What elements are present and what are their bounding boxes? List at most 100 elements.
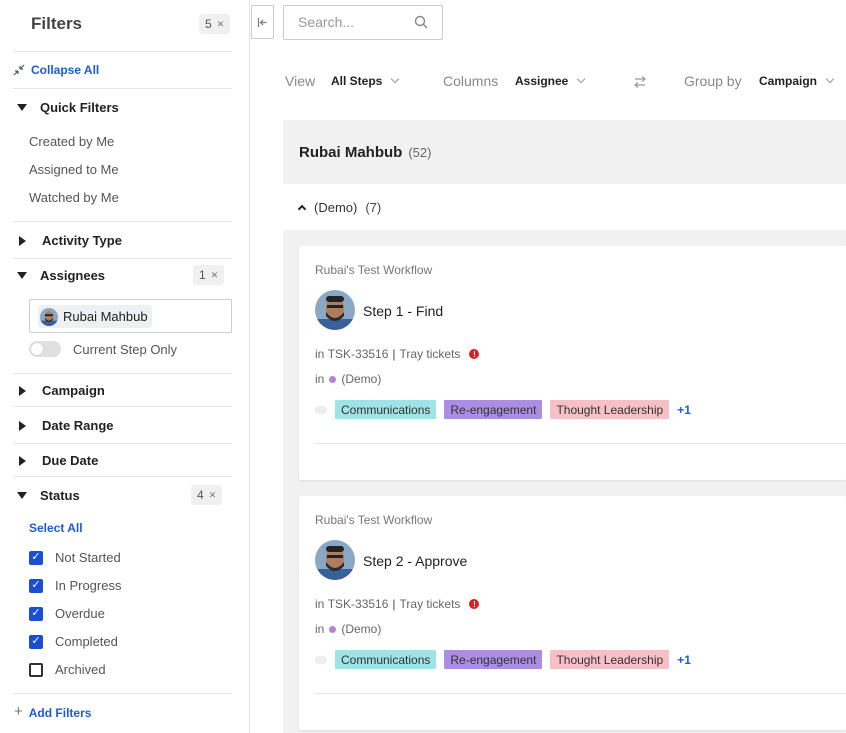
more-tags-button[interactable]: +1: [677, 653, 691, 667]
view-dropdown[interactable]: All Steps: [331, 74, 400, 88]
collapse-all-button[interactable]: Collapse All: [13, 63, 99, 77]
filter-count-badge[interactable]: 5 ✕: [199, 14, 231, 34]
campaign-name[interactable]: (Demo): [341, 622, 381, 636]
assignee-chip[interactable]: Rubai Mahbub: [38, 305, 152, 328]
section-date-range[interactable]: Date Range: [16, 418, 114, 433]
group-count: (52): [408, 145, 432, 160]
in-label: in: [315, 622, 325, 636]
caret-up-icon: [297, 204, 307, 213]
swap-icon[interactable]: [632, 75, 648, 89]
section-campaign[interactable]: Campaign: [16, 383, 105, 398]
task-meta: in TSK-33516 | Tray tickets !: [315, 597, 480, 611]
checkbox-checked-icon[interactable]: ✓: [29, 606, 43, 621]
search-icon[interactable]: [414, 15, 428, 29]
in-label: in: [315, 372, 325, 386]
section-status[interactable]: Status: [16, 488, 80, 503]
divider: [13, 51, 232, 52]
task-card[interactable]: Rubai's Test Workflow Step 2 - Approve i…: [299, 496, 846, 730]
more-tags-button[interactable]: +1: [677, 403, 691, 417]
collapse-all-label: Collapse All: [31, 63, 100, 77]
filters-title: Filters: [31, 14, 83, 33]
chevron-down-icon: [825, 74, 835, 84]
chevron-down-icon: [391, 74, 400, 84]
tags-row: Communications Re-engagement Thought Lea…: [315, 400, 691, 419]
task-card[interactable]: Rubai's Test Workflow Step 1 - Find in T…: [299, 246, 846, 480]
search-input[interactable]: [298, 14, 408, 30]
divider: [315, 693, 846, 694]
workflow-name: Rubai's Test Workflow: [315, 513, 433, 527]
assignees-count: 1: [199, 268, 206, 282]
assignees-count-badge[interactable]: 1 ✕: [193, 265, 225, 285]
add-filters-button[interactable]: + Add Filters: [14, 703, 92, 720]
status-option-in-progress[interactable]: ✓ In Progress: [29, 578, 121, 593]
checkbox-checked-icon[interactable]: ✓: [29, 550, 43, 565]
section-assignees[interactable]: Assignees: [16, 268, 105, 283]
quick-filter-assigned-to-me[interactable]: Assigned to Me: [29, 162, 119, 177]
subgroup-header[interactable]: (Demo) (7): [283, 184, 846, 230]
alert-icon: !: [469, 599, 480, 609]
tag-thought-leadership[interactable]: Thought Leadership: [550, 650, 670, 669]
task-name-link[interactable]: Tray tickets: [400, 597, 461, 611]
caret-down-icon: [17, 492, 27, 499]
section-due-date[interactable]: Due Date: [16, 453, 98, 468]
tag-re-engagement[interactable]: Re-engagement: [444, 400, 543, 419]
columns-value: Assignee: [515, 74, 569, 88]
task-name-link[interactable]: Tray tickets: [400, 347, 461, 361]
section-quick-filters[interactable]: Quick Filters: [16, 100, 119, 115]
divider: [13, 221, 232, 222]
plus-icon: +: [14, 703, 23, 720]
status-option-completed[interactable]: ✓ Completed: [29, 634, 118, 649]
tag-communications[interactable]: Communications: [335, 650, 437, 669]
current-step-only-toggle[interactable]: [29, 341, 61, 357]
campaign-name[interactable]: (Demo): [341, 372, 381, 386]
status-option-overdue[interactable]: ✓ Overdue: [29, 606, 105, 621]
view-value: All Steps: [331, 74, 383, 88]
checkbox-checked-icon[interactable]: ✓: [29, 634, 43, 649]
assignee-select[interactable]: Rubai Mahbub: [29, 299, 232, 333]
step-title: Step 2 - Approve: [363, 553, 468, 569]
quick-filter-watched-by-me[interactable]: Watched by Me: [29, 190, 119, 205]
divider: [13, 406, 232, 407]
clear-filters-icon[interactable]: ✕: [217, 19, 225, 30]
status-option-label: Archived: [55, 662, 106, 677]
quick-filter-created-by-me[interactable]: Created by Me: [29, 134, 114, 149]
task-id-link[interactable]: TSK-33516: [328, 597, 389, 611]
group-name: Rubai Mahbub: [299, 144, 403, 161]
checkbox-checked-icon[interactable]: ✓: [29, 578, 43, 593]
checkbox-unchecked-icon[interactable]: [29, 662, 43, 677]
clear-status-icon[interactable]: ✕: [209, 490, 217, 501]
tag-thought-leadership[interactable]: Thought Leadership: [550, 400, 670, 419]
collapse-sidebar-button[interactable]: [251, 5, 274, 39]
group-by-dropdown[interactable]: Campaign: [759, 74, 835, 88]
section-label: Assignees: [40, 268, 106, 283]
status-count-badge[interactable]: 4 ✕: [191, 485, 223, 505]
status-count: 4: [197, 488, 204, 502]
divider: [13, 373, 232, 374]
divider: [315, 443, 846, 444]
status-option-archived[interactable]: Archived: [29, 662, 106, 677]
status-option-label: Not Started: [55, 550, 121, 565]
task-id-link[interactable]: TSK-33516: [328, 347, 389, 361]
select-all-link[interactable]: Select All: [29, 521, 83, 535]
caret-right-icon: [19, 385, 26, 396]
section-label: Activity Type: [42, 233, 122, 248]
columns-dropdown[interactable]: Assignee: [515, 74, 586, 88]
clear-assignees-icon[interactable]: ✕: [211, 270, 219, 281]
caret-right-icon: [19, 420, 26, 431]
status-option-label: Completed: [55, 634, 118, 649]
campaign-meta: in (Demo): [315, 622, 381, 636]
collapse-icon: [13, 64, 25, 76]
caret-right-icon: [19, 235, 26, 246]
avatar: [315, 290, 355, 330]
search-box[interactable]: [283, 5, 443, 40]
section-activity-type[interactable]: Activity Type: [16, 233, 122, 248]
step-title: Step 1 - Find: [363, 303, 444, 319]
add-filters-label: Add Filters: [28, 705, 92, 720]
separator: |: [392, 347, 396, 361]
subgroup-name: (Demo): [314, 199, 358, 215]
status-option-not-started[interactable]: ✓ Not Started: [29, 550, 121, 565]
group-by-label: Group by: [684, 73, 742, 89]
tag-re-engagement[interactable]: Re-engagement: [444, 650, 543, 669]
divider: [13, 693, 232, 694]
tag-communications[interactable]: Communications: [335, 400, 437, 419]
